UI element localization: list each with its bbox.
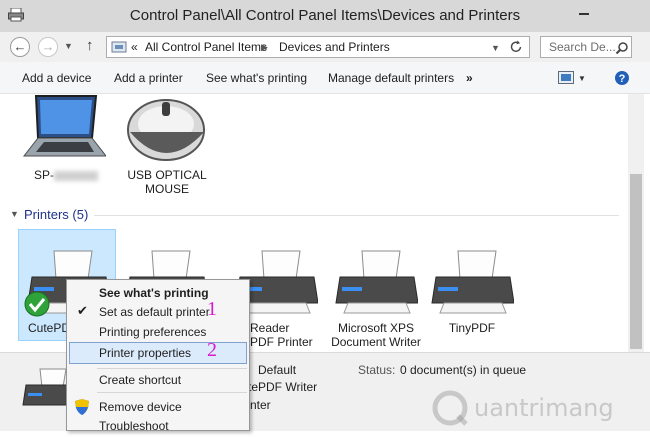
printer-tile-tinypdf[interactable]: TinyPDF [424, 229, 520, 341]
watermark-text: uantrimang [474, 394, 614, 422]
annotation-step-2: 2 [207, 339, 217, 361]
device-laptop[interactable]: SP- [18, 94, 114, 190]
device-mouse[interactable]: USB OPTICAL MOUSE [118, 94, 216, 198]
up-button[interactable]: ↑ [86, 37, 94, 54]
search-input[interactable]: Search De... [540, 36, 632, 58]
address-bar: ← → ▼ ↑ « All Control Panel Items ▶ Devi… [0, 32, 650, 62]
context-menu: See what's printing ✔ Set as default pri… [66, 279, 250, 433]
chevron-down-icon[interactable]: ▼ [578, 74, 586, 83]
menu-item-printing-preferences[interactable]: Printing preferences [69, 321, 247, 343]
breadcrumb-overflow[interactable]: « [131, 40, 138, 54]
window-title: Control Panel\All Control Panel Items\De… [129, 7, 521, 24]
menu-item-printer-properties[interactable]: Printer properties [69, 342, 247, 364]
refresh-icon[interactable] [509, 40, 523, 54]
watermark: uantrimang [428, 388, 650, 428]
breadcrumb-all-items[interactable]: All Control Panel Items [145, 40, 267, 54]
menu-item-troubleshoot[interactable]: Troubleshoot [69, 415, 247, 437]
status-label: Status: [358, 363, 396, 377]
svg-text:?: ? [619, 73, 626, 85]
chevron-right-icon[interactable]: ▶ [261, 42, 268, 53]
printer-icon [335, 250, 418, 314]
menu-item-label: Printer properties [99, 346, 192, 360]
view-options-icon[interactable] [558, 71, 574, 85]
back-button[interactable]: ← [10, 37, 30, 57]
device-label: USB OPTICAL MOUSE [127, 168, 207, 196]
menu-item-label: See what's printing [99, 286, 209, 300]
printers-group-label: Printers (5) [24, 207, 89, 222]
vertical-scrollbar[interactable] [628, 94, 644, 352]
menu-item-label: Set as default printer [99, 305, 210, 319]
minimize-button[interactable] [568, 0, 600, 22]
printer-label: Reader PDF Printer [250, 321, 313, 349]
help-icon[interactable]: ? [614, 70, 630, 86]
menu-item-create-shortcut[interactable]: Create shortcut [69, 369, 247, 391]
menu-item-label: Remove device [99, 400, 182, 414]
group-divider [94, 215, 619, 216]
add-printer-button[interactable]: Add a printer [114, 71, 183, 85]
more-commands-button[interactable]: » [466, 71, 473, 85]
menu-separator [97, 392, 247, 393]
mouse-icon [127, 99, 205, 161]
annotation-step-1: 1 [207, 298, 217, 320]
category-value: nter [250, 398, 271, 412]
search-placeholder: Search De... [549, 40, 616, 54]
search-icon[interactable] [615, 41, 629, 55]
chevron-down-icon[interactable]: ▼ [491, 43, 500, 53]
control-panel-icon [111, 41, 127, 53]
shield-icon [75, 399, 89, 415]
printer-tile-microsoft-xps[interactable]: Microsoft XPS Document Writer [326, 229, 426, 353]
checkmark-icon: ✔ [77, 303, 88, 318]
manage-default-printers-button[interactable]: Manage default printers [328, 71, 454, 85]
breadcrumb[interactable]: « All Control Panel Items ▶ Devices and … [106, 36, 530, 58]
menu-item-label: Printing preferences [99, 325, 207, 339]
menu-item-label: Create shortcut [99, 373, 182, 387]
command-bar: Add a device Add a printer See what's pr… [0, 62, 650, 94]
printer-label: TinyPDF [448, 321, 496, 335]
recent-locations-dropdown[interactable]: ▼ [64, 41, 73, 51]
device-label: SP- [18, 168, 114, 182]
menu-item-set-default[interactable]: ✔ Set as default printer [69, 301, 247, 323]
model-value: tePDF Writer [248, 380, 318, 394]
see-whats-printing-button[interactable]: See what's printing [206, 71, 307, 85]
default-checkmark-icon [24, 291, 50, 317]
add-device-button[interactable]: Add a device [22, 71, 91, 85]
scrollbar-thumb[interactable] [630, 174, 642, 349]
title-bar: Control Panel\All Control Panel Items\De… [0, 0, 650, 32]
chevron-down-icon[interactable]: ▼ [10, 209, 19, 219]
state-value: Default [258, 363, 297, 377]
breadcrumb-devices-printers[interactable]: Devices and Printers [279, 40, 390, 54]
printer-label: Microsoft XPS Document Writer [331, 321, 421, 349]
forward-button[interactable]: → [38, 37, 58, 57]
laptop-icon [22, 95, 106, 157]
watermark-logo-icon [432, 390, 468, 426]
status-value: 0 document(s) in queue [400, 363, 527, 377]
printer-icon [431, 250, 514, 314]
